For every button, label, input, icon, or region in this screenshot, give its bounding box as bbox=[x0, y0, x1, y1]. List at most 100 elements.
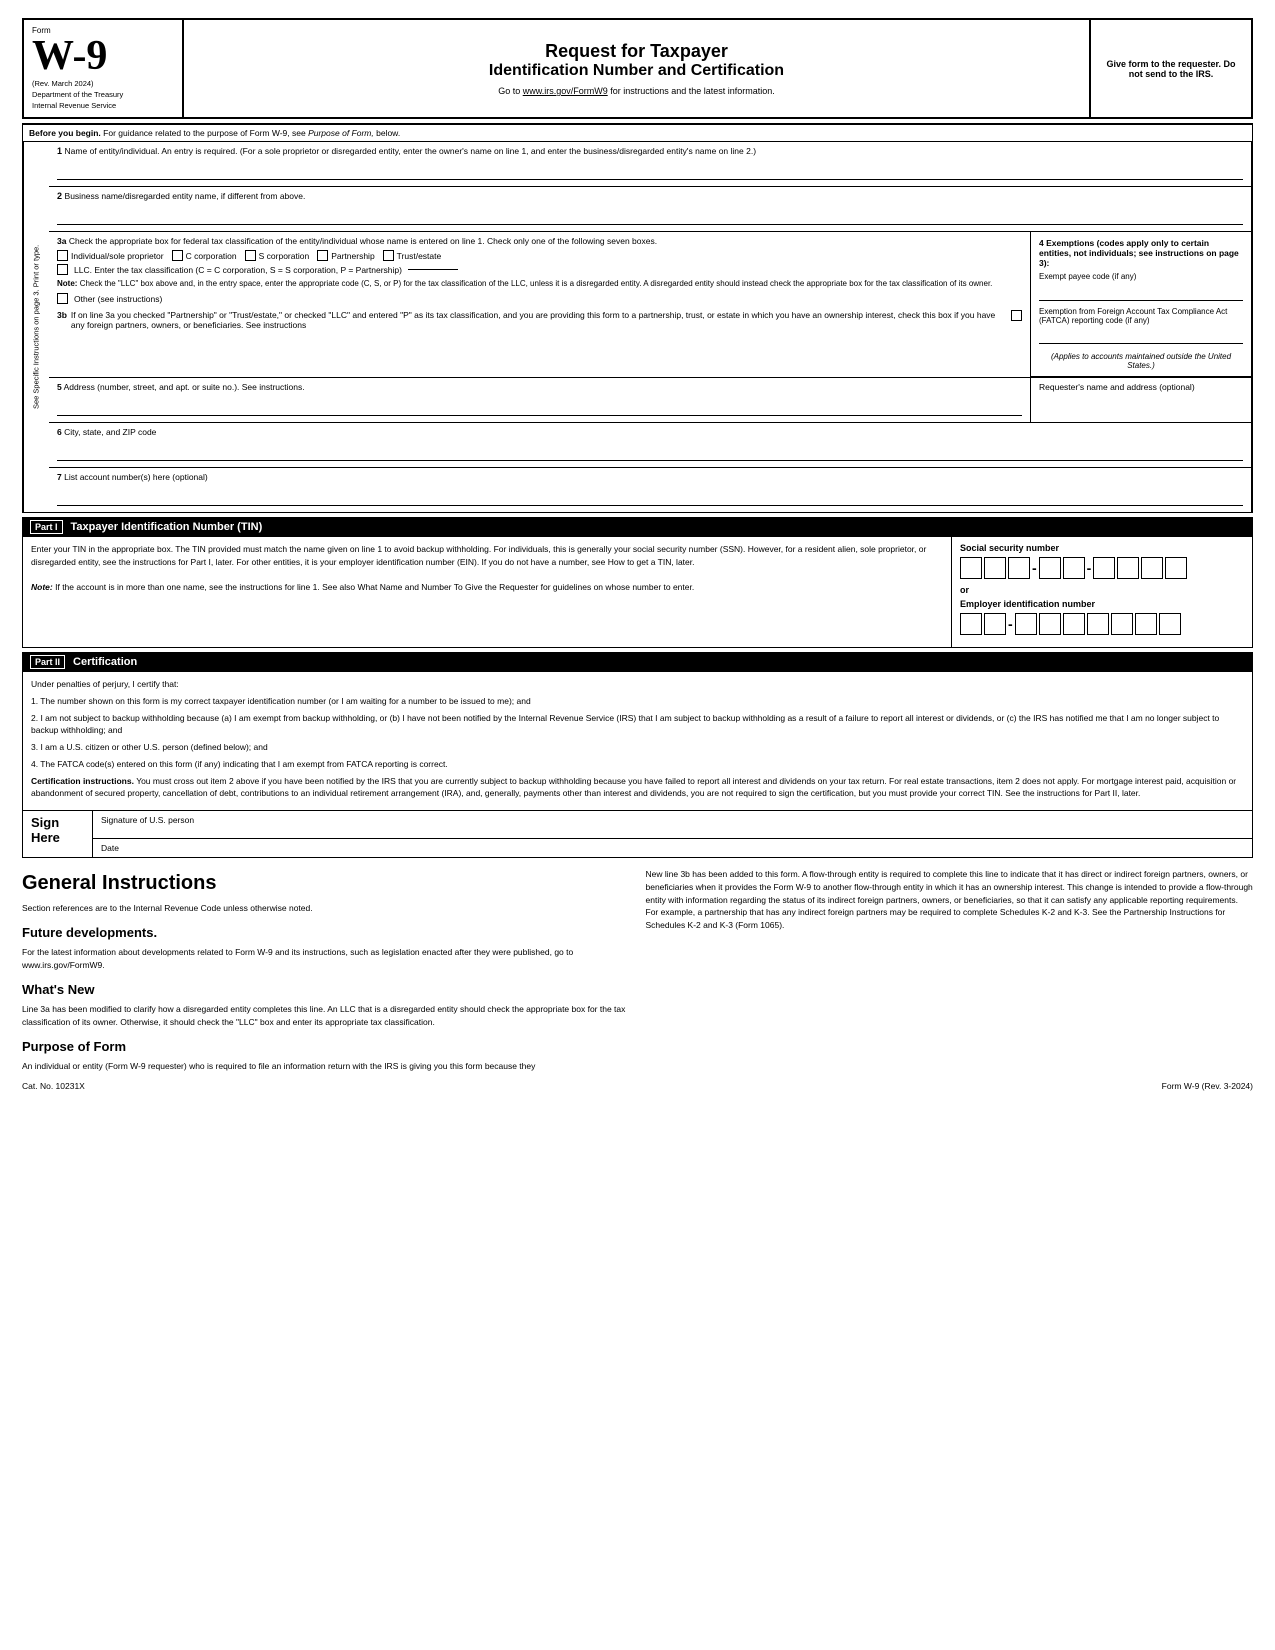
field-7-input[interactable] bbox=[57, 484, 1243, 506]
purpose-text: An individual or entity (Form W-9 reques… bbox=[22, 1060, 630, 1073]
field-2-row: 2 Business name/disregarded entity name,… bbox=[49, 187, 1251, 232]
cb-ccorp-box[interactable] bbox=[172, 250, 183, 261]
ssn-boxes: - - bbox=[960, 557, 1244, 579]
cb-trust: Trust/estate bbox=[383, 250, 442, 261]
date-field[interactable]: Date bbox=[93, 839, 1252, 857]
ein-box-4[interactable] bbox=[1039, 613, 1061, 635]
page: Form W-9 (Rev. March 2024) Department of… bbox=[0, 0, 1275, 1650]
ein-box-2[interactable] bbox=[984, 613, 1006, 635]
cb-trust-box[interactable] bbox=[383, 250, 394, 261]
certification-section: Under penalties of perjury, I certify th… bbox=[22, 672, 1253, 811]
field-2-input[interactable] bbox=[57, 203, 1243, 225]
purpose-title: Purpose of Form bbox=[22, 1037, 630, 1057]
future-dev-text: For the latest information about develop… bbox=[22, 946, 630, 972]
ein-box-8[interactable] bbox=[1135, 613, 1157, 635]
exempt-fatca-label: Exemption from Foreign Account Tax Compl… bbox=[1039, 307, 1243, 325]
exempt-payee-input[interactable] bbox=[1039, 285, 1243, 301]
ssn-box-6[interactable] bbox=[1093, 557, 1115, 579]
before-begin-bar: Before you begin. For guidance related t… bbox=[22, 123, 1253, 142]
field-6-row: 6 City, state, and ZIP code bbox=[49, 423, 1251, 468]
ein-label: Employer identification number bbox=[960, 599, 1244, 609]
form-subtitle: Go to www.irs.gov/FormW9 for instruction… bbox=[204, 86, 1069, 96]
cb-3b-box[interactable] bbox=[1011, 310, 1022, 321]
cb-individual-box[interactable] bbox=[57, 250, 68, 261]
part1-header: Part I Taxpayer Identification Number (T… bbox=[22, 517, 1253, 537]
field-6-input[interactable] bbox=[57, 439, 1243, 461]
field-7-row: 7 List account number(s) here (optional) bbox=[49, 468, 1251, 512]
ssn-box-8[interactable] bbox=[1141, 557, 1163, 579]
part2-header: Part II Certification bbox=[22, 652, 1253, 672]
field-5-section: 5 Address (number, street, and apt. or s… bbox=[49, 378, 1251, 423]
w9-title: W-9 bbox=[32, 35, 107, 77]
llc-code-field[interactable] bbox=[408, 269, 458, 270]
cat-no: Cat. No. 10231X bbox=[22, 1081, 85, 1091]
other-row: Other (see instructions) bbox=[57, 293, 1022, 304]
main-content-area: See Specific Instructions on page 3. Pri… bbox=[22, 142, 1253, 513]
field-5-input[interactable] bbox=[57, 394, 1022, 416]
form-ref: Form W-9 (Rev. 3-2024) bbox=[1162, 1081, 1253, 1091]
checkbox-row-1: Individual/sole proprietor C corporation… bbox=[57, 250, 1022, 261]
header-left: Form W-9 (Rev. March 2024) Department of… bbox=[24, 20, 184, 117]
tin-instructions: Enter your TIN in the appropriate box. T… bbox=[23, 537, 952, 647]
signature-field[interactable]: Signature of U.S. person bbox=[93, 811, 1252, 839]
ssn-box-2[interactable] bbox=[984, 557, 1006, 579]
ssn-dash-1: - bbox=[1032, 560, 1037, 576]
form-w9-block: W-9 bbox=[32, 35, 174, 77]
ein-box-9[interactable] bbox=[1159, 613, 1181, 635]
ein-boxes: - bbox=[960, 613, 1244, 635]
gi-title: General Instructions bbox=[22, 868, 630, 898]
exempt-fatca-input[interactable] bbox=[1039, 328, 1243, 344]
llc-row: LLC. Enter the tax classification (C = C… bbox=[57, 264, 1022, 275]
field-6-label: 6 City, state, and ZIP code bbox=[57, 427, 1243, 437]
tin-note: Note: If the account is in more than one… bbox=[31, 581, 943, 594]
cb-llc-box[interactable] bbox=[57, 264, 68, 275]
form-title-line2: Identification Number and Certification bbox=[204, 62, 1069, 80]
sidebar-instructions: See Specific Instructions on page 3. Pri… bbox=[23, 142, 49, 512]
gi-right-text: New line 3b has been added to this form.… bbox=[646, 868, 1254, 932]
field-1-row: 1 Name of entity/individual. An entry is… bbox=[49, 142, 1251, 187]
ssn-box-4[interactable] bbox=[1039, 557, 1061, 579]
cb-partnership-box[interactable] bbox=[317, 250, 328, 261]
field-7-label: 7 List account number(s) here (optional) bbox=[57, 472, 1243, 482]
ssn-box-1[interactable] bbox=[960, 557, 982, 579]
gi-right-col: New line 3b has been added to this form.… bbox=[646, 868, 1254, 1073]
ein-box-7[interactable] bbox=[1111, 613, 1133, 635]
ein-box-3[interactable] bbox=[1015, 613, 1037, 635]
ein-box-1[interactable] bbox=[960, 613, 982, 635]
general-instructions-section: General Instructions Section references … bbox=[22, 868, 1253, 1073]
sign-here-label: Sign Here bbox=[23, 811, 93, 857]
ssn-box-3[interactable] bbox=[1008, 557, 1030, 579]
gi-section-ref: Section references are to the Internal R… bbox=[22, 902, 630, 915]
ein-box-5[interactable] bbox=[1063, 613, 1085, 635]
whats-new-text: Line 3a has been modified to clarify how… bbox=[22, 1003, 630, 1029]
tin-boxes-area: Social security number - - or Employer i… bbox=[952, 537, 1252, 647]
header-center: Request for Taxpayer Identification Numb… bbox=[184, 20, 1091, 117]
cb-scorp-box[interactable] bbox=[245, 250, 256, 261]
or-text: or bbox=[960, 585, 1244, 595]
field-1-input[interactable] bbox=[57, 158, 1243, 180]
requester-name-box: Requester's name and address (optional) bbox=[1031, 378, 1251, 422]
page-footer: Cat. No. 10231X Form W-9 (Rev. 3-2024) bbox=[22, 1081, 1253, 1091]
ein-box-6[interactable] bbox=[1087, 613, 1109, 635]
ein-dash: - bbox=[1008, 616, 1013, 632]
exempt-payee-label: Exempt payee code (if any) bbox=[1039, 272, 1243, 281]
form-fields-col: 1 Name of entity/individual. An entry is… bbox=[49, 142, 1252, 512]
cb-scorp: S corporation bbox=[245, 250, 310, 261]
ssn-box-5[interactable] bbox=[1063, 557, 1085, 579]
cert-instructions: Certification instructions. You must cro… bbox=[31, 775, 1244, 801]
field-3a-header: 3a Check the appropriate box for federal… bbox=[57, 236, 1022, 246]
cb-other-box[interactable] bbox=[57, 293, 68, 304]
field-3a-section: 3a Check the appropriate box for federal… bbox=[49, 232, 1251, 378]
field-6-left: 6 City, state, and ZIP code bbox=[49, 423, 1251, 467]
sign-here-section: Sign Here Signature of U.S. person Date bbox=[22, 811, 1253, 858]
gi-left-col: General Instructions Section references … bbox=[22, 868, 630, 1073]
cb-partnership: Partnership bbox=[317, 250, 374, 261]
future-dev-title: Future developments. bbox=[22, 923, 630, 943]
ssn-box-9[interactable] bbox=[1165, 557, 1187, 579]
cb-ccorp: C corporation bbox=[172, 250, 237, 261]
field-5-left: 5 Address (number, street, and apt. or s… bbox=[49, 378, 1031, 422]
dept-text: Department of the Treasury Internal Reve… bbox=[32, 90, 174, 111]
exemptions-title: 4 Exemptions (codes apply only to certai… bbox=[1039, 238, 1243, 268]
ssn-box-7[interactable] bbox=[1117, 557, 1139, 579]
ssn-dash-2: - bbox=[1087, 560, 1092, 576]
